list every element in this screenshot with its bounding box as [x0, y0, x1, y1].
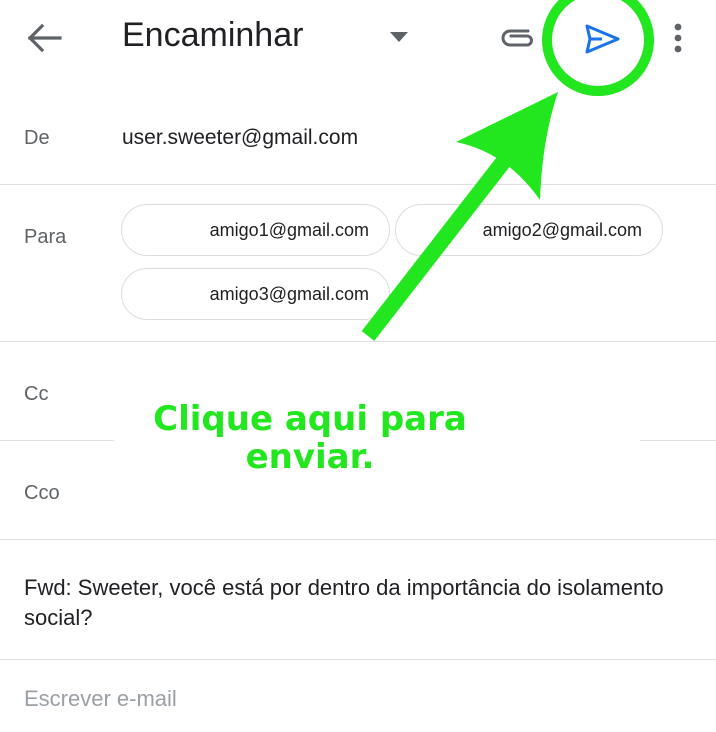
more-vert-icon [674, 23, 682, 53]
back-button[interactable] [24, 18, 68, 58]
annotation-caption: Clique aqui para enviar. [114, 400, 506, 476]
compose-body-input[interactable]: Escrever e-mail [24, 686, 177, 712]
annotation-line: enviar. [245, 437, 375, 477]
cc-label: Cc [24, 383, 49, 405]
from-address[interactable]: user.sweeter@gmail.com [122, 126, 358, 150]
divider [0, 341, 716, 342]
send-button[interactable] [580, 22, 624, 56]
annotation-line: Clique aqui para [153, 399, 467, 439]
dropdown-caret-icon [390, 32, 408, 42]
attach-button[interactable] [498, 22, 538, 56]
more-options-button[interactable] [668, 18, 688, 58]
divider [0, 184, 716, 185]
recipient-chip[interactable]: amigo2@gmail.com [395, 204, 663, 256]
app-toolbar: Encaminhar [0, 0, 716, 80]
send-icon [585, 24, 620, 54]
from-label: De [24, 127, 50, 149]
paperclip-icon [501, 29, 533, 47]
recipient-chip[interactable]: amigo3@gmail.com [121, 268, 390, 320]
page-title: Encaminhar [122, 16, 304, 54]
divider [0, 539, 716, 540]
bcc-label: Cco [24, 482, 60, 504]
recipient-address: amigo2@gmail.com [482, 220, 642, 240]
recipient-address: amigo3@gmail.com [209, 284, 369, 304]
subject-field[interactable]: Fwd: Sweeter, você está por dentro da im… [24, 573, 684, 633]
compose-mode-dropdown[interactable] [388, 30, 410, 44]
divider [0, 659, 716, 660]
recipient-chip[interactable]: amigo1@gmail.com [121, 204, 390, 256]
to-label: Para [24, 226, 67, 248]
recipient-address: amigo1@gmail.com [209, 220, 369, 240]
arrow-back-icon [27, 23, 62, 53]
